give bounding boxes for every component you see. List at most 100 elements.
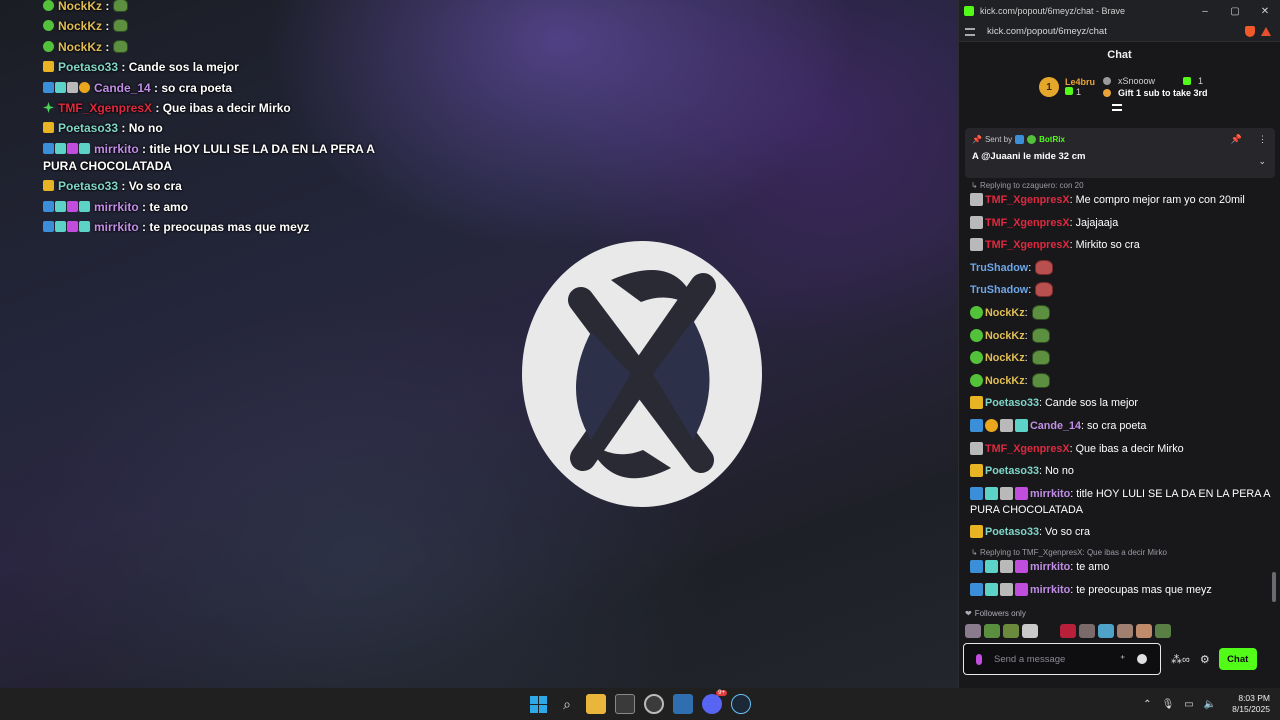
quick-emote-icon[interactable] <box>1155 624 1171 638</box>
gift-badge-icon[interactable] <box>1015 582 1028 596</box>
sword-badge-icon[interactable] <box>970 582 983 596</box>
chat-message[interactable]: mirrkito: te amo <box>959 559 1280 575</box>
emote-quick-bar[interactable] <box>965 624 1171 638</box>
chat-username[interactable]: mirrkito <box>1030 584 1070 596</box>
chat-message[interactable]: Poetaso33: Vo so cra <box>959 524 1280 540</box>
quick-emote-icon[interactable] <box>1117 624 1133 638</box>
brave-icon[interactable] <box>673 694 693 714</box>
pepe-emote-icon[interactable] <box>1031 372 1050 388</box>
check-badge-icon[interactable] <box>970 373 983 387</box>
check-badge-icon[interactable] <box>970 328 983 342</box>
more-options-icon[interactable]: ⋮ <box>1258 134 1267 145</box>
chat-message[interactable]: TruShadow: <box>959 282 1280 298</box>
chat-username[interactable]: TMF_XgenpresX <box>985 217 1070 229</box>
quick-emote-icon[interactable] <box>1041 624 1057 638</box>
quick-emote-icon[interactable] <box>1079 624 1095 638</box>
shield-badge-icon[interactable] <box>1000 582 1013 596</box>
pepe-emote-icon[interactable] <box>1031 304 1050 320</box>
cube-badge-icon[interactable] <box>985 486 998 500</box>
pinned-sender[interactable]: BotRix <box>1039 135 1065 144</box>
chat-message[interactable]: NockKz: <box>959 372 1280 389</box>
clock[interactable]: 8:03 PM 8/15/2025 <box>1232 693 1270 715</box>
quick-emote-icon[interactable] <box>1003 624 1019 638</box>
quick-emote-icon[interactable] <box>1060 624 1076 638</box>
chat-username[interactable]: TMF_XgenpresX <box>985 194 1070 206</box>
chat-message[interactable]: NockKz: <box>959 350 1280 366</box>
chat-message[interactable]: NockKz: <box>959 327 1280 344</box>
shield-badge-icon[interactable] <box>1000 486 1013 500</box>
chat-username[interactable]: TMF_XgenpresX <box>985 443 1070 455</box>
file-explorer-icon[interactable] <box>586 694 606 714</box>
chrome-icon[interactable] <box>644 694 664 714</box>
gift-badge-icon[interactable] <box>1015 559 1028 573</box>
chat-username[interactable]: NockKz <box>985 375 1025 387</box>
chat-username[interactable]: TruShadow <box>970 262 1028 274</box>
quick-emote-icon[interactable] <box>1136 624 1152 638</box>
crown-badge-icon[interactable] <box>970 525 983 539</box>
steam-icon[interactable] <box>731 694 751 714</box>
chat-username[interactable]: Poetaso33 <box>985 526 1039 538</box>
chat-username[interactable]: mirrkito <box>1030 488 1070 500</box>
chat-message[interactable]: mirrkito: title HOY LULI SE LA DA EN LA … <box>959 486 1280 518</box>
close-button[interactable]: ✕ <box>1250 0 1280 22</box>
sword-badge-icon[interactable] <box>970 486 983 500</box>
chat-username[interactable]: Poetaso33 <box>985 397 1039 409</box>
shield-badge-icon[interactable] <box>1000 559 1013 573</box>
url-text[interactable]: kick.com/popout/6meyz/chat <box>987 26 1245 37</box>
discord-icon[interactable]: 9+ <box>702 690 727 714</box>
cube-badge-icon[interactable] <box>985 582 998 596</box>
quick-emote-icon[interactable] <box>965 624 981 638</box>
site-settings-icon[interactable] <box>965 27 975 36</box>
brave-rewards-icon[interactable] <box>1261 27 1271 36</box>
chat-username[interactable]: mirrkito <box>1030 561 1070 573</box>
chat-input-box[interactable]: ⁺ <box>963 643 1161 675</box>
unpin-icon[interactable]: 📌 <box>1231 134 1242 145</box>
gear-icon[interactable]: ⚙ <box>1200 653 1210 666</box>
pepe-emote-icon[interactable] <box>1031 350 1050 366</box>
sword-badge-icon[interactable] <box>970 418 983 432</box>
volume-icon[interactable]: 🔈 <box>1204 699 1216 710</box>
send-chat-button[interactable]: Chat <box>1218 648 1257 670</box>
shield-badge-icon[interactable] <box>970 215 983 229</box>
collapse-leaderboard-icon[interactable] <box>1112 104 1122 111</box>
address-bar[interactable]: kick.com/popout/6meyz/chat <box>959 22 1280 42</box>
chat-username[interactable]: TruShadow <box>970 284 1028 296</box>
sword-badge-icon[interactable] <box>970 559 983 573</box>
chevron-up-icon[interactable]: ⌃ <box>1143 699 1151 710</box>
pinned-message[interactable]: 📌 Sent by BotRix A @Juaani le mide 32 cm… <box>965 128 1275 178</box>
microphone-tray-icon[interactable]: 🎙 <box>1162 699 1175 710</box>
check-badge-icon[interactable] <box>970 305 983 319</box>
chat-scrollbar[interactable] <box>1272 572 1276 602</box>
chat-message[interactable]: Cande_14: so cra poeta <box>959 418 1280 434</box>
chat-message[interactable]: TruShadow: <box>959 259 1280 276</box>
text-format-icon[interactable]: ⁺ <box>1120 654 1125 665</box>
windows-start-icon[interactable] <box>528 694 548 714</box>
chat-username[interactable]: NockKz <box>985 307 1025 319</box>
emoji-picker-icon[interactable] <box>1137 654 1148 664</box>
pepe-emote-icon[interactable] <box>1031 327 1050 343</box>
reply-context[interactable]: ↳ Replying to czaguero: con 20 <box>959 180 1280 192</box>
chat-username[interactable]: NockKz <box>985 352 1025 364</box>
red-emote-icon[interactable] <box>1035 259 1054 275</box>
one-badge-icon[interactable] <box>985 418 998 432</box>
chat-message[interactable]: NockKz: <box>959 304 1280 321</box>
chat-message[interactable]: Poetaso33: Cande sos la mejor <box>959 395 1280 411</box>
chat-message[interactable]: Poetaso33: No no <box>959 463 1280 479</box>
chat-username[interactable]: Poetaso33 <box>985 465 1039 477</box>
chat-message[interactable]: TMF_XgenpresX: Mirkito so cra <box>959 237 1280 253</box>
crown-badge-icon[interactable] <box>970 464 983 478</box>
chat-message[interactable]: TMF_XgenpresX: Me compro mejor ram yo co… <box>959 192 1280 208</box>
cube-badge-icon[interactable] <box>1015 418 1028 432</box>
quick-emote-icon[interactable] <box>1098 624 1114 638</box>
maximize-button[interactable]: ▢ <box>1220 0 1250 22</box>
gift-badge-icon[interactable] <box>1015 486 1028 500</box>
minimize-button[interactable]: – <box>1190 0 1220 22</box>
crown-badge-icon[interactable] <box>970 396 983 410</box>
chat-message[interactable]: TMF_XgenpresX: Jajajaaja <box>959 215 1280 231</box>
chat-username[interactable]: TMF_XgenpresX <box>985 239 1070 251</box>
reply-context[interactable]: ↳ Replying to TMF_XgenpresX: Que ibas a … <box>959 547 1280 559</box>
store-icon[interactable] <box>615 694 635 714</box>
network-icon[interactable]: ▭ <box>1184 699 1193 710</box>
search-icon[interactable]: ⌕ <box>557 694 577 714</box>
shield-badge-icon[interactable] <box>970 238 983 252</box>
